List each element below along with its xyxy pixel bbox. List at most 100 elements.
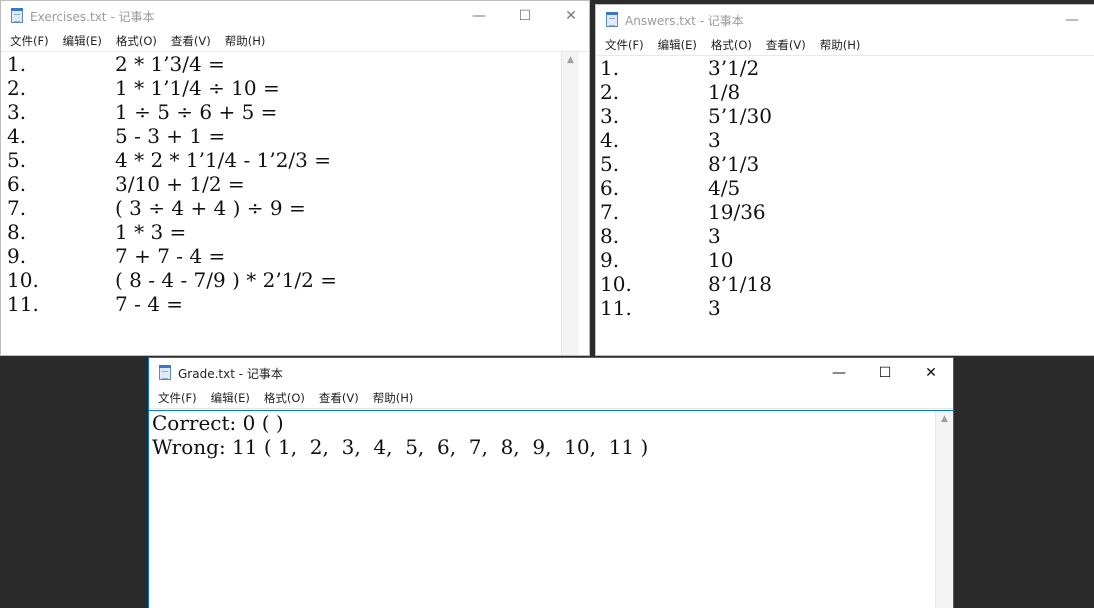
exercise-line: 8. 1 * 3 = <box>7 220 589 244</box>
line-number: 3. <box>600 104 620 128</box>
answer-value: 3 <box>708 296 721 320</box>
answer-value: 3 <box>708 128 721 152</box>
menu-file[interactable]: 文件(F) <box>158 390 197 406</box>
close-icon[interactable]: ✕ <box>908 358 953 388</box>
grade-text-area[interactable]: Correct: 0 ( ) Wrong: 11 ( 1, 2, 3, 4, 5… <box>149 410 953 608</box>
line-number: 1. <box>600 56 620 80</box>
answer-value: 3’1/2 <box>708 56 760 80</box>
answer-value: 4/5 <box>708 176 741 200</box>
answers-titlebar[interactable]: Answers.txt - 记事本 — <box>596 5 1094 35</box>
menu-format[interactable]: 格式(O) <box>264 390 305 406</box>
grade-menubar: 文件(F) 编辑(E) 格式(O) 查看(V) 帮助(H) <box>149 388 953 409</box>
line-number: 9. <box>600 248 620 272</box>
notepad-app-icon <box>158 365 172 380</box>
exercises-vertical-scrollbar[interactable]: ▲ <box>561 52 579 355</box>
answer-line: 3. 5’1/30 <box>600 104 1094 128</box>
answer-line: 4. 3 <box>600 128 1094 152</box>
exercise-line: 4. 5 - 3 + 1 = <box>7 124 589 148</box>
exercise-expression: 1 ÷ 5 ÷ 6 + 5 = <box>115 100 278 124</box>
grade-titlebar[interactable]: Grade.txt - 记事本 — ☐ ✕ <box>149 358 953 388</box>
exercise-expression: 2 * 1’3/4 = <box>115 52 225 76</box>
exercise-expression: ( 3 ÷ 4 + 4 ) ÷ 9 = <box>115 196 306 220</box>
answer-line: 10. 8’1/18 <box>600 272 1094 296</box>
exercise-expression: 3/10 + 1/2 = <box>115 172 245 196</box>
minimize-icon[interactable]: — <box>816 358 862 388</box>
exercise-line: 5. 4 * 2 * 1’1/4 - 1’2/3 = <box>7 148 589 172</box>
menu-view[interactable]: 查看(V) <box>766 37 806 53</box>
menu-format[interactable]: 格式(O) <box>116 33 157 49</box>
line-number: 4. <box>600 128 620 152</box>
line-number: 1. <box>7 52 27 76</box>
answers-menubar: 文件(F) 编辑(E) 格式(O) 查看(V) 帮助(H) <box>596 35 1094 56</box>
line-number: 6. <box>7 172 27 196</box>
menu-file[interactable]: 文件(F) <box>10 33 49 49</box>
answer-value: 19/36 <box>708 200 766 224</box>
answers-window: Answers.txt - 记事本 — 文件(F) 编辑(E) 格式(O) 查看… <box>595 4 1094 356</box>
menu-edit[interactable]: 编辑(E) <box>63 33 102 49</box>
answer-line: 2. 1/8 <box>600 80 1094 104</box>
line-number: 7. <box>600 200 620 224</box>
exercise-expression: 4 * 2 * 1’1/4 - 1’2/3 = <box>115 148 332 172</box>
scroll-up-arrow-icon[interactable]: ▲ <box>936 414 953 424</box>
exercise-expression: 1 * 3 = <box>115 220 187 244</box>
exercise-line: 10. ( 8 - 4 - 7/9 ) * 2’1/2 = <box>7 268 589 292</box>
line-number: 2. <box>7 76 27 100</box>
exercise-line: 7. ( 3 ÷ 4 + 4 ) ÷ 9 = <box>7 196 589 220</box>
line-number: 8. <box>600 224 620 248</box>
menu-view[interactable]: 查看(V) <box>171 33 211 49</box>
line-number: 11. <box>600 296 632 320</box>
minimize-icon[interactable]: — <box>456 1 502 31</box>
line-number: 4. <box>7 124 27 148</box>
notepad-app-icon <box>10 8 24 23</box>
exercises-window-title: Exercises.txt - 记事本 <box>30 9 155 24</box>
minimize-icon[interactable]: — <box>1049 5 1094 35</box>
grade-correct-line: Correct: 0 ( ) <box>152 411 284 435</box>
menu-help[interactable]: 帮助(H) <box>373 390 414 406</box>
menu-edit[interactable]: 编辑(E) <box>658 37 697 53</box>
exercise-expression: 7 + 7 - 4 = <box>115 244 226 268</box>
exercises-window: Exercises.txt - 记事本 — ☐ ✕ 文件(F) 编辑(E) 格式… <box>0 0 590 356</box>
answer-value: 8’1/18 <box>708 272 772 296</box>
menu-help[interactable]: 帮助(H) <box>820 37 861 53</box>
answer-line: 5. 8’1/3 <box>600 152 1094 176</box>
exercises-lines: 1. 2 * 1’3/4 = 2. 1 * 1’1/4 ÷ 10 = 3. 1 ÷ 5… <box>7 52 589 316</box>
answer-line: 1. 3’1/2 <box>600 56 1094 80</box>
menu-format[interactable]: 格式(O) <box>711 37 752 53</box>
exercise-line: 2. 1 * 1’1/4 ÷ 10 = <box>7 76 589 100</box>
exercises-text-area[interactable]: 1. 2 * 1’3/4 = 2. 1 * 1’1/4 ÷ 10 = 3. 1 ÷ 5… <box>1 52 589 355</box>
grade-vertical-scrollbar[interactable]: ▲ <box>935 411 953 608</box>
grade-window: Grade.txt - 记事本 — ☐ ✕ 文件(F) 编辑(E) 格式(O) … <box>148 357 954 608</box>
exercise-line: 1. 2 * 1’3/4 = <box>7 52 589 76</box>
maximize-icon[interactable]: ☐ <box>502 1 548 31</box>
answer-value: 3 <box>708 224 721 248</box>
menu-help[interactable]: 帮助(H) <box>225 33 266 49</box>
menu-view[interactable]: 查看(V) <box>319 390 359 406</box>
maximize-icon[interactable]: ☐ <box>862 358 908 388</box>
menu-file[interactable]: 文件(F) <box>605 37 644 53</box>
line-number: 5. <box>7 148 27 172</box>
answer-line: 7. 19/36 <box>600 200 1094 224</box>
line-number: 8. <box>7 220 27 244</box>
answer-value: 5’1/30 <box>708 104 772 128</box>
line-number: 6. <box>600 176 620 200</box>
exercises-menubar: 文件(F) 编辑(E) 格式(O) 查看(V) 帮助(H) <box>1 31 589 52</box>
exercise-expression: 1 * 1’1/4 ÷ 10 = <box>115 76 280 100</box>
notepad-app-icon <box>605 12 619 27</box>
exercise-expression: ( 8 - 4 - 7/9 ) * 2’1/2 = <box>115 268 338 292</box>
answer-value: 8’1/3 <box>708 152 760 176</box>
answer-line: 9. 10 <box>600 248 1094 272</box>
line-number: 10. <box>600 272 632 296</box>
answer-line: 8. 3 <box>600 224 1094 248</box>
exercise-line: 6. 3/10 + 1/2 = <box>7 172 589 196</box>
scroll-up-arrow-icon[interactable]: ▲ <box>562 55 579 65</box>
answer-value: 1/8 <box>708 80 741 104</box>
answers-text-area[interactable]: 1. 3’1/2 2. 1/8 3. 5’1/30 4. 3 5. 8’1/3 6. 4/5… <box>596 56 1094 355</box>
answers-window-title: Answers.txt - 记事本 <box>625 13 744 28</box>
line-number: 9. <box>7 244 27 268</box>
menu-edit[interactable]: 编辑(E) <box>211 390 250 406</box>
close-icon[interactable]: ✕ <box>548 1 589 31</box>
line-number: 3. <box>7 100 27 124</box>
exercise-line: 11. 7 - 4 = <box>7 292 589 316</box>
exercises-titlebar[interactable]: Exercises.txt - 记事本 — ☐ ✕ <box>1 1 589 31</box>
exercise-expression: 5 - 3 + 1 = <box>115 124 226 148</box>
